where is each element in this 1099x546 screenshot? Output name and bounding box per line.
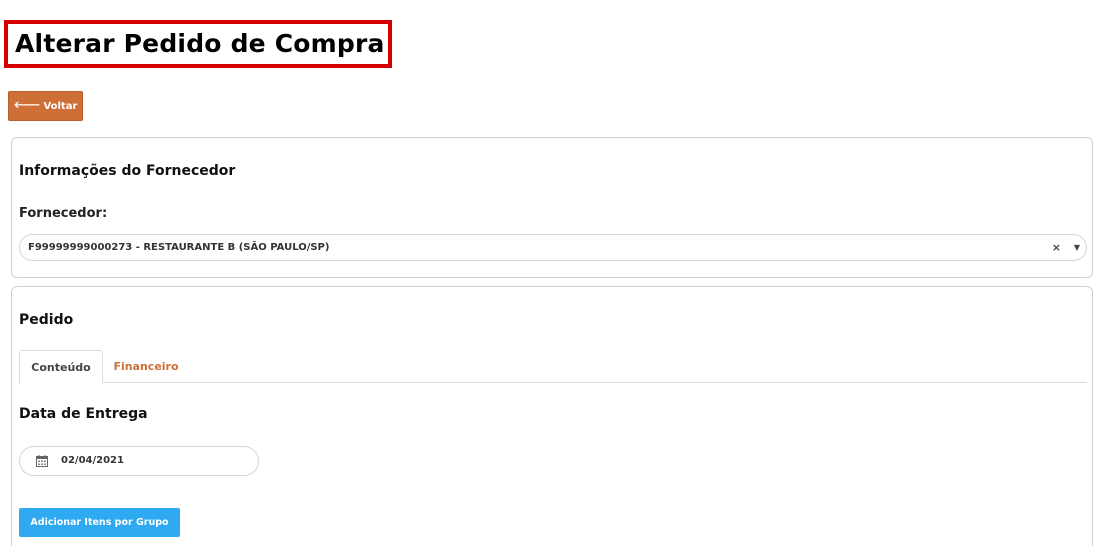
tab-financeiro[interactable]: Financeiro bbox=[103, 350, 189, 383]
supplier-section-title: Informações do Fornecedor bbox=[19, 163, 236, 179]
tab-conteudo[interactable]: Conteúdo bbox=[19, 350, 103, 384]
page-title: Alterar Pedido de Compra bbox=[15, 29, 385, 58]
delivery-date-label: Data de Entrega bbox=[19, 406, 148, 422]
back-button[interactable]: 🡐 Voltar bbox=[8, 91, 83, 121]
calendar-icon bbox=[36, 455, 48, 467]
delivery-date-value: 02/04/2021 bbox=[61, 455, 124, 466]
chevron-down-icon[interactable]: ▼ bbox=[1074, 243, 1080, 252]
order-card: Pedido Conteúdo Financeiro Data de Entre… bbox=[11, 286, 1093, 546]
order-section-title: Pedido bbox=[19, 312, 74, 328]
delivery-date-field[interactable]: 02/04/2021 bbox=[19, 446, 259, 476]
supplier-field-label: Fornecedor: bbox=[19, 206, 108, 221]
arrow-left-icon: 🡐 bbox=[13, 100, 41, 111]
order-tabs: Conteúdo Financeiro bbox=[19, 350, 1087, 384]
supplier-select[interactable]: F99999999000273 - RESTAURANTE B (SÃO PAU… bbox=[19, 234, 1087, 261]
page-title-highlight: Alterar Pedido de Compra bbox=[4, 20, 392, 68]
add-items-by-group-button[interactable]: Adicionar Itens por Grupo bbox=[19, 508, 180, 537]
supplier-card: Informações do Fornecedor Fornecedor: F9… bbox=[11, 137, 1093, 278]
supplier-select-value: F99999999000273 - RESTAURANTE B (SÃO PAU… bbox=[28, 242, 330, 253]
clear-selection-icon[interactable]: × bbox=[1052, 241, 1061, 254]
back-button-label: Voltar bbox=[43, 100, 78, 112]
